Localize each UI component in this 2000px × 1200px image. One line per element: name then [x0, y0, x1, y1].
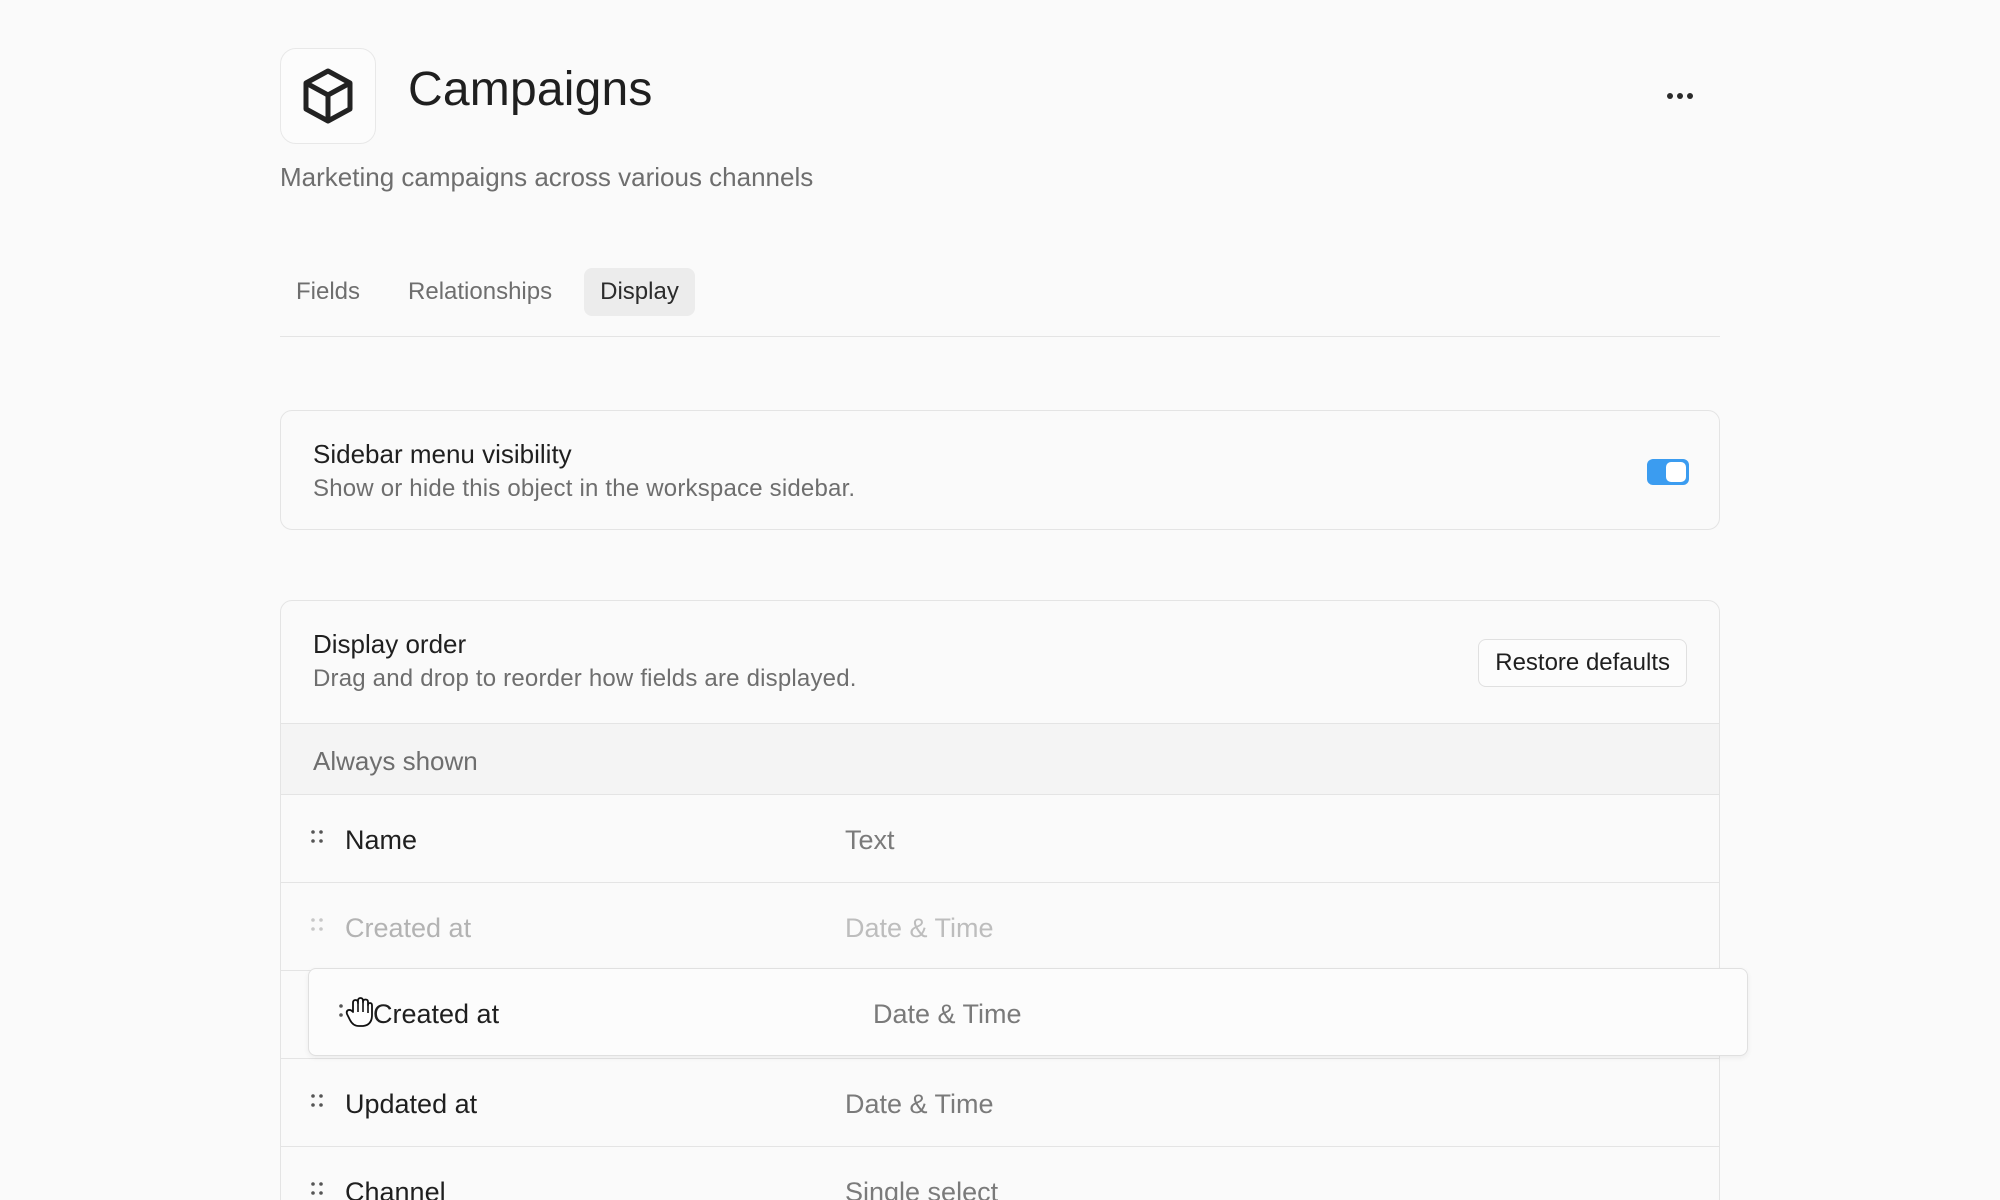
field-type: Date & Time — [873, 999, 1022, 1029]
sidebar-visibility-toggle[interactable] — [1647, 459, 1689, 485]
page-title: Campaigns — [408, 63, 653, 116]
toggle-knob — [1666, 462, 1686, 482]
display-order-description: Drag and drop to reorder how fields are … — [313, 665, 857, 692]
cube-icon — [303, 68, 353, 124]
field-type: Text — [845, 825, 895, 855]
field-name: Updated at — [345, 1089, 478, 1119]
visibility-title: Sidebar menu visibility — [313, 439, 572, 469]
dragging-field-row[interactable]: Created at Date & Time — [308, 968, 1748, 1056]
field-type: Single select — [845, 1177, 999, 1200]
tab-display[interactable]: Display — [584, 268, 695, 316]
always-shown-section: Always shown — [281, 723, 1719, 795]
field-name: Name — [345, 825, 418, 855]
restore-defaults-button[interactable]: Restore defaults — [1478, 639, 1687, 687]
tabs-divider — [280, 336, 1720, 337]
more-options-button[interactable] — [1652, 76, 1708, 116]
page-subtitle: Marketing campaigns across various chann… — [280, 162, 814, 192]
field-name: Created at — [373, 999, 500, 1029]
field-type: Date & Time — [845, 1089, 994, 1119]
drag-handle-icon[interactable] — [309, 1093, 325, 1109]
field-row[interactable]: Channel Single select — [281, 1147, 1719, 1200]
settings-tabs: Fields Relationships Display — [280, 268, 695, 316]
object-settings-page: Campaigns Marketing campaigns across var… — [0, 0, 2000, 1200]
field-name: Created at — [345, 913, 472, 943]
object-icon-tile — [280, 48, 376, 144]
drag-handle-icon[interactable] — [309, 1181, 325, 1197]
visibility-description: Show or hide this object in the workspac… — [313, 475, 856, 502]
field-type: Date & Time — [845, 913, 994, 943]
sidebar-visibility-card: Sidebar menu visibility Show or hide thi… — [280, 410, 1720, 530]
field-row[interactable]: Updated at Date & Time — [281, 1059, 1719, 1147]
field-row[interactable]: Name Text — [281, 795, 1719, 883]
display-order-title: Display order — [313, 629, 467, 659]
section-label: Always shown — [313, 746, 478, 776]
field-name: Channel — [345, 1177, 446, 1200]
grab-hand-icon — [345, 997, 373, 1027]
field-row-drop-placeholder: Created at Date & Time — [281, 883, 1719, 971]
more-horizontal-icon — [1667, 93, 1693, 99]
drag-handle-icon — [311, 918, 323, 931]
tab-fields[interactable]: Fields — [280, 268, 376, 316]
tab-relationships[interactable]: Relationships — [392, 268, 568, 316]
drag-handle-icon[interactable] — [309, 829, 325, 845]
display-order-card: Display order Drag and drop to reorder h… — [280, 600, 1720, 1200]
